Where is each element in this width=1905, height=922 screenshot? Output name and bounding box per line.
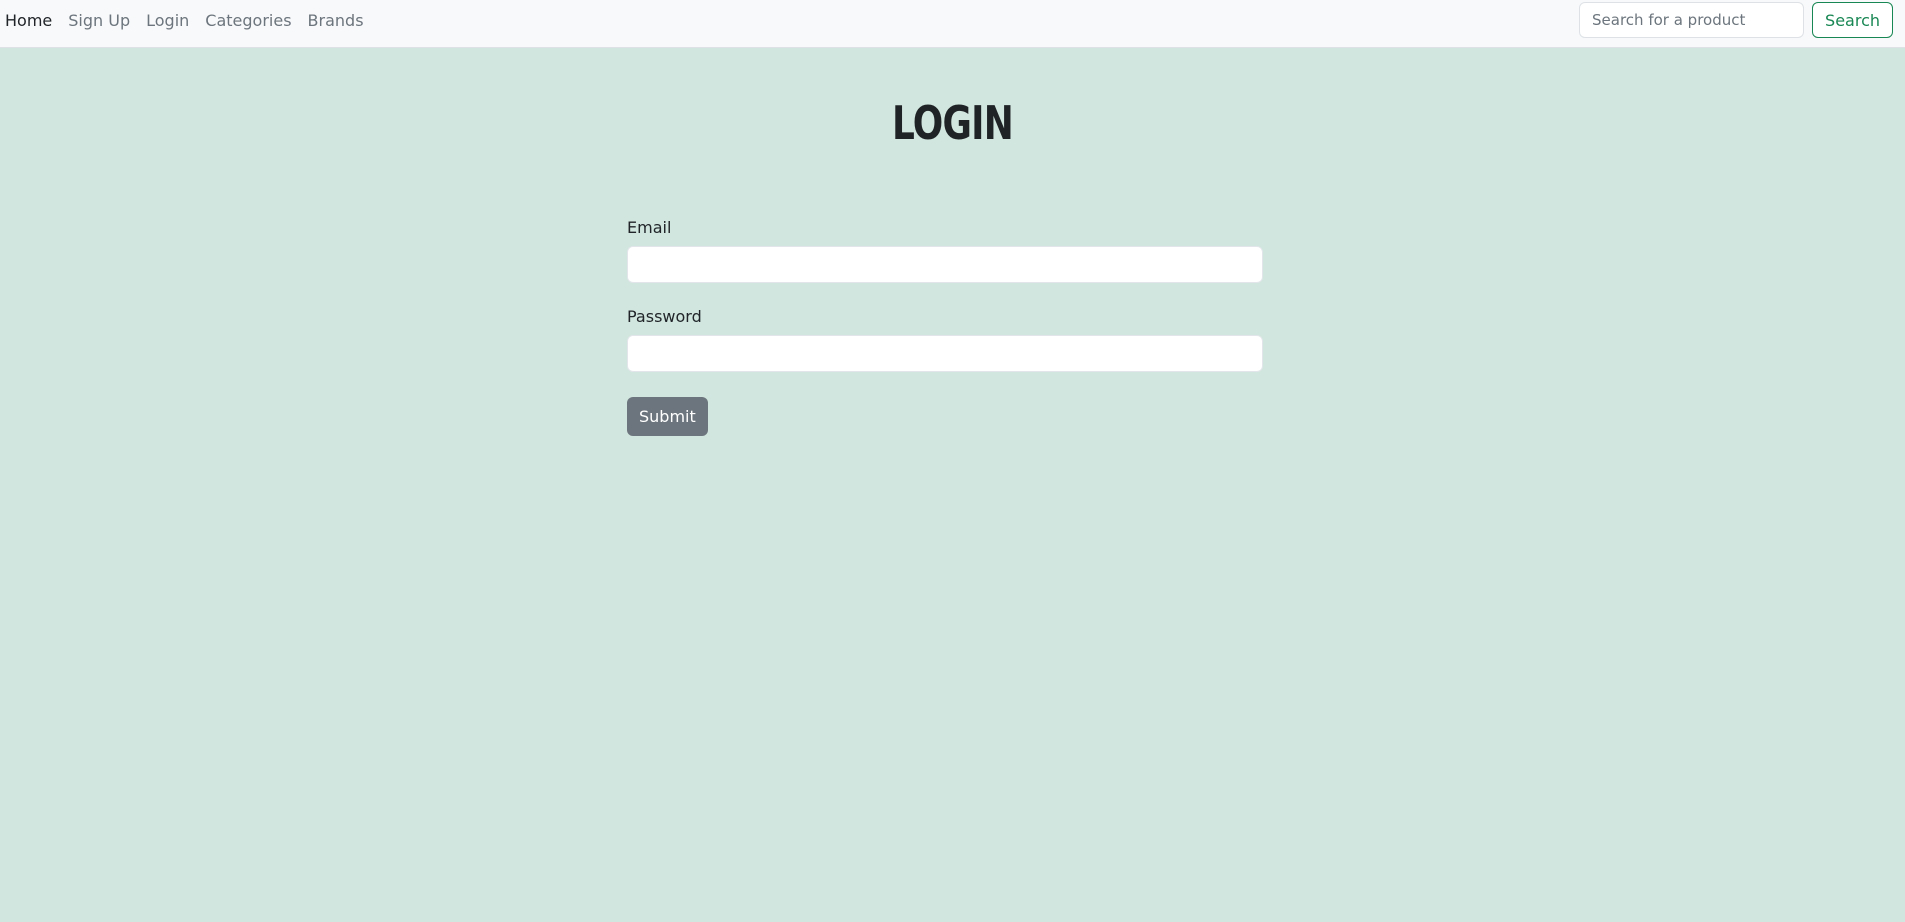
- submit-button[interactable]: Submit: [627, 397, 708, 436]
- password-group: Password: [627, 307, 1263, 372]
- nav-link-brands[interactable]: Brands: [308, 11, 364, 30]
- email-label: Email: [627, 218, 672, 237]
- search-form: Search: [1579, 2, 1893, 38]
- page-title: LOGIN: [891, 96, 1014, 150]
- navbar: Home Sign Up Login Categories Brands Sea…: [0, 0, 1905, 48]
- password-field[interactable]: [627, 335, 1263, 372]
- nav-link-categories[interactable]: Categories: [205, 11, 291, 30]
- search-input[interactable]: [1579, 2, 1805, 38]
- nav-link-home[interactable]: Home: [5, 11, 52, 30]
- nav-link-login[interactable]: Login: [146, 11, 189, 30]
- nav-link-sign-up[interactable]: Sign Up: [68, 11, 130, 30]
- login-form: Email Password Submit: [627, 218, 1263, 436]
- email-group: Email: [627, 218, 1263, 283]
- email-field[interactable]: [627, 246, 1263, 283]
- password-label: Password: [627, 307, 702, 326]
- search-button[interactable]: Search: [1812, 2, 1893, 38]
- nav-links: Home Sign Up Login Categories Brands: [5, 0, 364, 40]
